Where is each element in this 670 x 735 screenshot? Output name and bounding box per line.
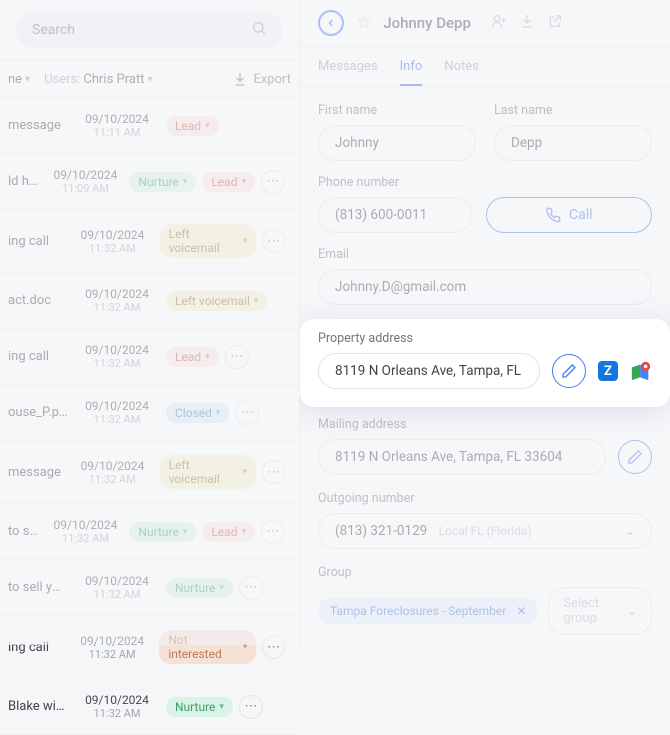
group-label: Group — [318, 565, 652, 580]
more-actions-button[interactable]: ⋯ — [239, 695, 263, 719]
conversation-title: ing call — [8, 234, 65, 249]
conversation-title: act.doc — [8, 293, 68, 308]
conversation-row[interactable]: ing call 09/10/202411:32 AM Lead▾ ⋯ — [0, 329, 299, 385]
tag-pill[interactable]: Lead▾ — [166, 116, 219, 136]
outgoing-number-select[interactable]: (813) 321-0129 Local FL (Florida) ⌄ — [318, 513, 652, 549]
conversation-date: 09/10/202411:32 AM — [80, 574, 154, 601]
zillow-icon[interactable]: Z — [598, 361, 618, 381]
users-filter[interactable]: Users: Chris Pratt ▾ — [44, 72, 152, 87]
conversation-row[interactable]: to sell yo… 09/10/202411:32 AM Nurture▾ ⋯ — [0, 560, 299, 616]
conversation-row[interactable]: ld have ac… 09/10/202411:09 AM Nurture▾ Lea… — [0, 154, 299, 210]
star-icon[interactable]: ☆ — [356, 13, 371, 33]
chevron-down-icon: ⌄ — [625, 524, 635, 538]
chevron-down-icon: ▾ — [25, 74, 30, 85]
conversation-title: Blake wit… — [8, 699, 68, 714]
conversation-date: 09/10/202411:32 AM — [77, 459, 148, 486]
conversation-row[interactable]: message 09/10/202411:11 AM Lead▾ — [0, 98, 299, 154]
more-actions-button[interactable]: ⋯ — [225, 345, 249, 369]
conversation-title: to sell yo… — [8, 580, 68, 595]
conversation-date: 09/10/202411:32 AM — [77, 228, 148, 255]
conversation-title: message — [8, 465, 65, 480]
tag-pill[interactable]: Lead▾ — [166, 347, 219, 367]
last-name-label: Last name — [494, 103, 652, 118]
conversation-row[interactable]: to sell yo… 09/10/202411:32 AM Nurture▾ Lea… — [0, 504, 299, 560]
tag-pill[interactable]: Left voicemail▾ — [166, 291, 267, 311]
search-input[interactable] — [32, 22, 152, 38]
first-name-label: First name — [318, 103, 476, 118]
tag-pill[interactable]: Nurture▾ — [129, 172, 196, 192]
phone-label: Phone number — [318, 175, 652, 190]
chevron-down-icon: ▾ — [147, 74, 152, 85]
back-button[interactable] — [318, 10, 344, 36]
tab-notes[interactable]: Notes — [444, 47, 479, 86]
phone-field[interactable]: (813) 600-0011 — [318, 197, 472, 233]
email-label: Email — [318, 247, 652, 262]
conversation-title: ing call — [8, 640, 65, 655]
tab-messages[interactable]: Messages — [318, 47, 378, 86]
conversation-row[interactable]: ouse_P.png 09/10/202411:32 AM Closed▾ ⋯ — [0, 385, 299, 441]
tag-pill[interactable]: Nurture▾ — [166, 578, 233, 598]
tag-pill[interactable]: Lead▾ — [202, 522, 255, 542]
conversation-date: 09/10/202411:32 AM — [54, 518, 118, 545]
mailing-address-label: Mailing address — [318, 417, 652, 432]
search-icon — [251, 20, 267, 40]
conversation-row[interactable]: ing call 09/10/202411:32 AM Left voicemail… — [0, 210, 299, 273]
edit-property-address-button[interactable] — [552, 354, 586, 388]
close-icon[interactable]: ✕ — [516, 604, 526, 618]
search-box[interactable] — [16, 12, 283, 48]
more-actions-button[interactable]: ⋯ — [239, 576, 263, 600]
conversation-row[interactable]: Blake wit… 09/10/202411:32 AM Nurture▾ ⋯ — [0, 679, 299, 735]
more-actions-button[interactable]: ⋯ — [262, 460, 285, 484]
property-address-field[interactable]: 8119 N Orleans Ave, Tampa, FL — [318, 353, 540, 389]
conversation-title: to sell yo… — [8, 524, 42, 539]
select-group-dropdown[interactable]: Select group ⌄ — [548, 587, 652, 635]
conversation-date: 09/10/202411:32 AM — [80, 287, 154, 314]
export-button[interactable]: Export — [232, 71, 291, 87]
conversation-row[interactable]: act.doc 09/10/202411:32 AM Left voicemail▾ — [0, 273, 299, 329]
edit-mailing-address-button[interactable] — [618, 440, 652, 474]
conversation-title: ld have ac… — [8, 174, 42, 189]
conversation-date: 09/10/202411:32 AM — [77, 634, 147, 661]
conversation-date: 09/10/202411:09 AM — [54, 168, 118, 195]
conversation-date: 09/10/202411:32 AM — [80, 693, 154, 720]
conversation-date: 09/10/202411:32 AM — [80, 343, 154, 370]
google-maps-icon[interactable] — [630, 360, 652, 382]
tag-pill[interactable]: Not interested▾ — [159, 630, 256, 664]
last-name-field[interactable]: Depp — [494, 125, 652, 161]
more-actions-button[interactable]: ⋯ — [261, 170, 285, 194]
conversation-title: ouse_P.png — [8, 405, 68, 420]
tag-pill[interactable]: Nurture▾ — [129, 522, 196, 542]
email-field[interactable]: Johnny.D@gmail.com — [318, 269, 652, 305]
call-button[interactable]: Call — [486, 197, 652, 233]
external-link-icon[interactable] — [547, 13, 563, 33]
property-address-label: Property address — [318, 331, 652, 346]
conversation-title: ing call — [8, 349, 68, 364]
group-pill[interactable]: Tampa Foreclosures - September ✕ — [318, 598, 538, 624]
time-filter[interactable]: ne ▾ — [8, 72, 30, 87]
conversation-title: message — [8, 118, 68, 133]
download-icon[interactable] — [519, 13, 535, 33]
tag-pill[interactable]: Left voicemail▾ — [160, 224, 257, 258]
more-actions-button[interactable]: ⋯ — [262, 229, 285, 253]
tag-pill[interactable]: Nurture▾ — [166, 697, 233, 717]
tag-pill[interactable]: Left voicemail▾ — [160, 455, 257, 489]
add-person-icon[interactable] — [491, 13, 507, 33]
conversation-date: 09/10/202411:32 AM — [80, 399, 154, 426]
mailing-address-field[interactable]: 8119 N Orleans Ave, Tampa, FL 33604 — [318, 439, 606, 475]
tag-pill[interactable]: Lead▾ — [202, 172, 255, 192]
outgoing-label: Outgoing number — [318, 491, 652, 506]
more-actions-button[interactable]: ⋯ — [261, 520, 285, 544]
contact-name: Johnny Depp — [383, 14, 471, 32]
chevron-down-icon: ⌄ — [627, 604, 637, 618]
tag-pill[interactable]: Closed▾ — [166, 403, 229, 423]
conversation-row[interactable]: message 09/10/202411:32 AM Left voicemail▾… — [0, 441, 299, 504]
conversation-date: 09/10/202411:11 AM — [80, 112, 154, 139]
tab-info[interactable]: Info — [400, 47, 423, 86]
first-name-field[interactable]: Johnny — [318, 125, 476, 161]
conversation-row[interactable]: ing call 09/10/202411:32 AM Not interested… — [0, 616, 299, 679]
more-actions-button[interactable]: ⋯ — [235, 401, 259, 425]
more-actions-button[interactable]: ⋯ — [262, 635, 285, 659]
